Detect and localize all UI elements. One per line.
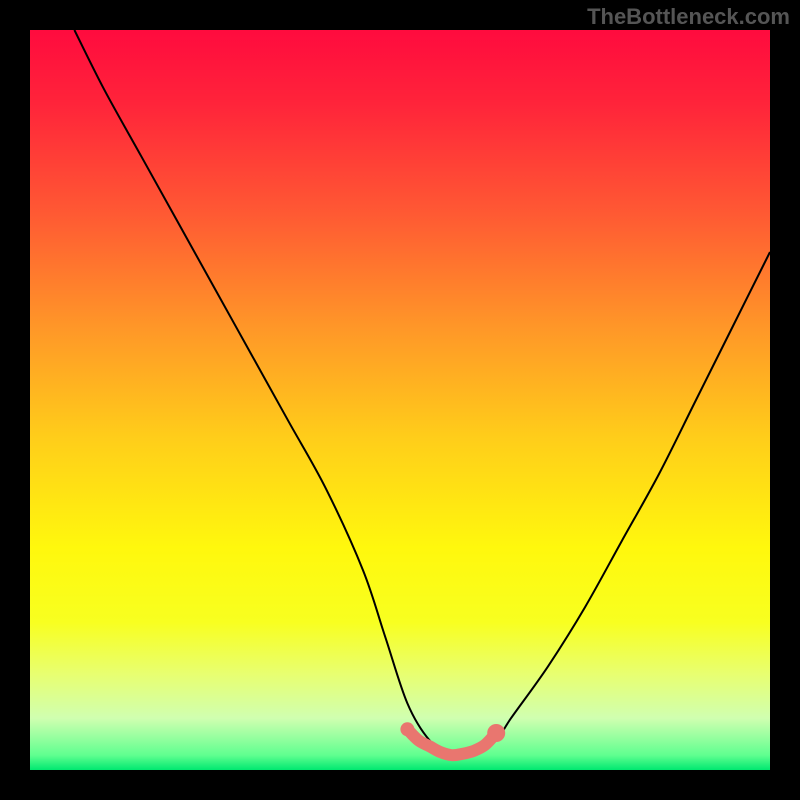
- optimum-end-dot: [487, 724, 505, 742]
- bottleneck-curve: [74, 30, 770, 757]
- watermark-text: TheBottleneck.com: [587, 4, 790, 30]
- optimum-start-dot: [400, 722, 414, 736]
- curve-layer: [30, 30, 770, 770]
- optimum-band: [400, 722, 505, 755]
- chart-container: TheBottleneck.com: [0, 0, 800, 800]
- plot-area: [30, 30, 770, 770]
- optimum-band-line: [407, 729, 496, 755]
